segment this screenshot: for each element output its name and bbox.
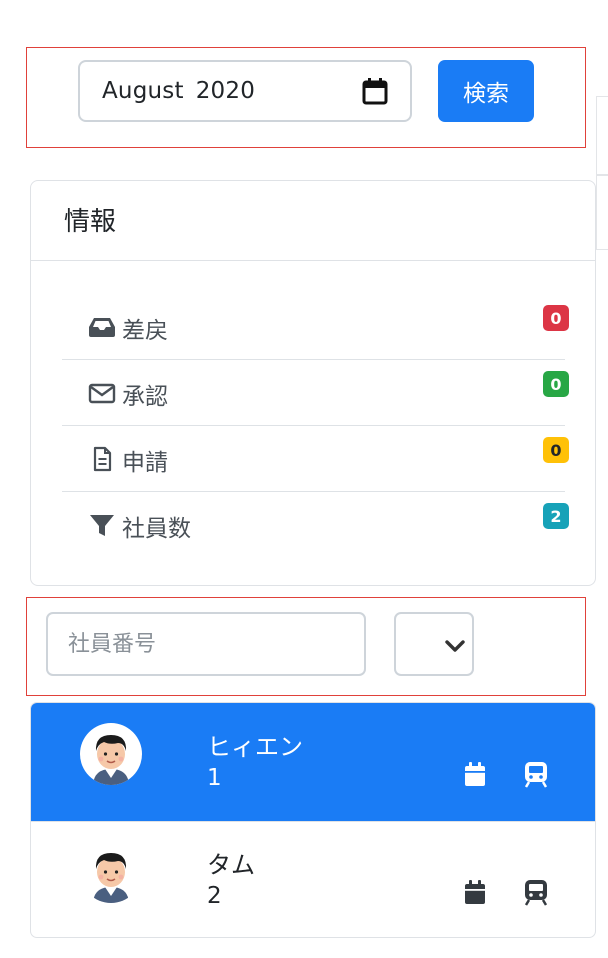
file-icon bbox=[93, 446, 112, 472]
employee-list-item[interactable]: ヒィエン 1 bbox=[31, 703, 595, 822]
info-card-title: 情報 bbox=[64, 207, 117, 237]
count-badge: 0 bbox=[543, 305, 569, 331]
chevron-down-icon bbox=[445, 640, 465, 652]
info-card: 情報 差戻 0 承認 0 申請 0 社員数 2 bbox=[30, 180, 596, 586]
calendar-icon[interactable] bbox=[462, 878, 488, 906]
filter-select[interactable] bbox=[394, 612, 474, 676]
employee-list: ヒィエン 1 タム 2 bbox=[30, 702, 596, 938]
employee-name: タム bbox=[207, 851, 255, 879]
info-card-header: 情報 bbox=[31, 181, 595, 261]
month-value: August 2020 bbox=[102, 78, 256, 104]
calendar-picker-icon[interactable] bbox=[362, 77, 388, 105]
employee-avatar bbox=[80, 723, 142, 785]
list-item-label: 承認 bbox=[122, 384, 168, 410]
list-item-label: 申請 bbox=[122, 450, 168, 476]
list-item-shainsu[interactable]: 社員数 2 bbox=[62, 491, 569, 557]
count-badge: 0 bbox=[543, 437, 569, 463]
search-button[interactable]: 検索 bbox=[438, 60, 534, 122]
employee-number: 1 bbox=[207, 765, 222, 791]
inbox-icon bbox=[89, 318, 115, 337]
list-item-label: 差戻 bbox=[122, 318, 168, 344]
train-icon[interactable] bbox=[523, 760, 549, 788]
month-input[interactable]: August 2020 bbox=[78, 60, 412, 122]
employee-list-item[interactable]: タム 2 bbox=[31, 821, 595, 937]
employee-number: 2 bbox=[207, 883, 222, 909]
count-badge: 0 bbox=[543, 371, 569, 397]
employee-name: ヒィエン bbox=[207, 733, 303, 761]
background-panel-divider bbox=[596, 174, 608, 176]
envelope-icon bbox=[88, 383, 116, 404]
list-item-sashimodoshi[interactable]: 差戻 0 bbox=[62, 293, 569, 360]
calendar-icon[interactable] bbox=[462, 760, 488, 788]
background-panel-edge bbox=[596, 96, 608, 250]
train-icon[interactable] bbox=[523, 878, 549, 906]
filter-icon bbox=[90, 515, 114, 536]
list-item-label: 社員数 bbox=[122, 516, 191, 542]
list-item-shinsei[interactable]: 申請 0 bbox=[62, 425, 569, 492]
employee-avatar bbox=[80, 841, 142, 903]
list-item-shounin[interactable]: 承認 0 bbox=[62, 359, 569, 426]
count-badge: 2 bbox=[543, 503, 569, 529]
employee-number-input[interactable] bbox=[46, 612, 366, 676]
